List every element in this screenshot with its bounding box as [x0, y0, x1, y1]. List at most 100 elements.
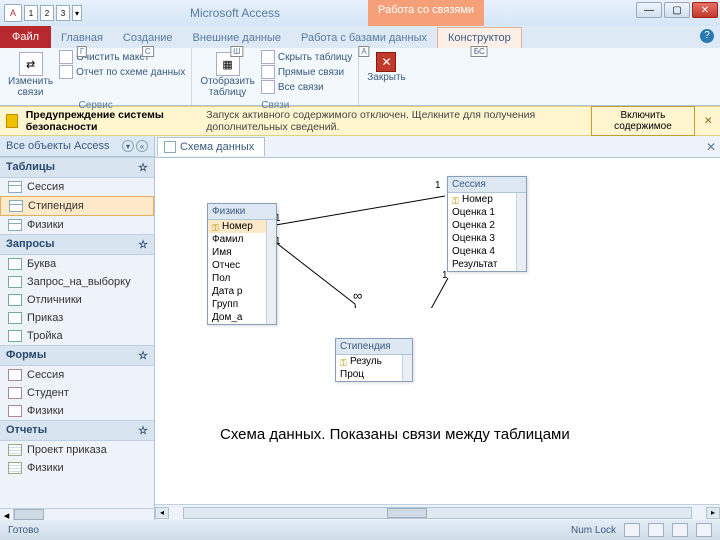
- nav-section-queries[interactable]: Запросы☆: [0, 234, 154, 255]
- nav-section-reports[interactable]: Отчеты☆: [0, 420, 154, 441]
- relationships-icon: [164, 141, 176, 153]
- nav-item-report-fiziki[interactable]: Физики: [0, 459, 154, 477]
- nav-item-troika[interactable]: Тройка: [0, 327, 154, 345]
- query-icon: [8, 294, 22, 306]
- relationship-lines: [155, 158, 455, 308]
- contextual-tab-label: Работа со связями: [368, 0, 484, 26]
- nav-item-form-student[interactable]: Студент: [0, 384, 154, 402]
- edit-relations-icon: ⇄: [19, 52, 43, 76]
- form-icon: [8, 387, 22, 399]
- relationships-canvas[interactable]: 1 1 1 ∞ 1 1 Физики Номер Фамил Имя Отчес…: [155, 158, 720, 504]
- table-box-sessia[interactable]: Сессия Номер Оценка 1 Оценка 2 Оценка 3 …: [447, 176, 527, 272]
- help-icon[interactable]: ?: [700, 29, 714, 43]
- scroll-thumb[interactable]: [387, 508, 427, 518]
- table-icon: [8, 219, 22, 231]
- canvas-hscroll[interactable]: ◂ ▸: [155, 504, 720, 520]
- show-table-button[interactable]: ▦ Отобразитьтаблицу: [198, 50, 257, 100]
- security-title: Предупреждение системы безопасности: [26, 109, 199, 133]
- app-icon[interactable]: A: [4, 4, 22, 22]
- nav-hscroll[interactable]: ◂: [0, 508, 154, 520]
- status-numlock: Num Lock: [571, 525, 616, 536]
- direct-rel-button[interactable]: Прямые связи: [261, 65, 352, 79]
- slide-caption: Схема данных. Показаны связи между табли…: [220, 426, 570, 444]
- rel-one-2: 1: [435, 180, 441, 191]
- nav-item-prikaz[interactable]: Приказ: [0, 309, 154, 327]
- nav-section-forms[interactable]: Формы☆: [0, 345, 154, 366]
- close-button[interactable]: ✕: [692, 2, 718, 18]
- tbox-title: Стипендия: [336, 339, 412, 355]
- view-button-4[interactable]: [696, 523, 712, 537]
- form-icon: [8, 369, 22, 381]
- view-button-3[interactable]: [672, 523, 688, 537]
- nav-item-form-fiziki[interactable]: Физики: [0, 402, 154, 420]
- workspace: Схема данных ✕ 1 1 1 ∞ 1 1 Физики Номер …: [155, 136, 720, 520]
- nav-item-select-query[interactable]: Запрос_на_выборку: [0, 273, 154, 291]
- view-button-2[interactable]: [648, 523, 664, 537]
- scrollbar[interactable]: [266, 220, 276, 324]
- tab-create[interactable]: СозданиеС: [113, 28, 183, 48]
- nav-item-stipendia[interactable]: Стипендия: [0, 196, 154, 216]
- enable-content-button[interactable]: Включить содержимое: [591, 106, 694, 136]
- nav-collapse-icon[interactable]: «: [136, 140, 148, 152]
- close-x-icon: ✕: [376, 52, 396, 72]
- nav-dropdown-icon[interactable]: ▾: [122, 140, 134, 152]
- tab-external[interactable]: Внешние данныеШ: [183, 28, 291, 48]
- ribbon-tabs: Файл ГлавнаяГ СозданиеС Внешние данныеШ …: [0, 26, 720, 48]
- qat-customize-icon[interactable]: ▾: [72, 5, 82, 21]
- all-icon: [261, 80, 275, 94]
- status-bar: Готово Num Lock: [0, 520, 720, 540]
- tab-dbtools[interactable]: Работа с базами данныхА: [291, 28, 437, 48]
- field-row[interactable]: Оценка 1: [448, 206, 526, 219]
- table-icon: [9, 200, 23, 212]
- field-row[interactable]: Номер: [448, 193, 526, 206]
- nav-item-form-sessia[interactable]: Сессия: [0, 366, 154, 384]
- maximize-button[interactable]: ▢: [664, 2, 690, 18]
- relation-report-button[interactable]: Отчет по схеме данных: [59, 65, 185, 79]
- security-message[interactable]: Запуск активного содержимого отключен. Щ…: [206, 109, 583, 133]
- main-area: Все объекты Access ▾« Таблицы☆ Сессия Ст…: [0, 136, 720, 520]
- report-icon: [59, 65, 73, 79]
- quick-access-toolbar: A 1 2 3 ▾: [0, 4, 82, 22]
- field-row[interactable]: Оценка 2: [448, 219, 526, 232]
- minimize-button[interactable]: —: [636, 2, 662, 18]
- table-box-fiziki[interactable]: Физики Номер Фамил Имя Отчес Пол Дата р …: [207, 203, 277, 325]
- field-row[interactable]: Результат: [448, 258, 526, 271]
- edit-relations-button[interactable]: ⇄ Изменитьсвязи: [6, 50, 55, 100]
- nav-item-otlichniki[interactable]: Отличники: [0, 291, 154, 309]
- nav-section-tables[interactable]: Таблицы☆: [0, 157, 154, 178]
- close-rel-button[interactable]: ✕ Закрыть: [365, 50, 408, 85]
- key-icon: [452, 196, 460, 204]
- scroll-right-icon[interactable]: ▸: [706, 507, 720, 519]
- scroll-left-icon[interactable]: ◂: [155, 507, 169, 519]
- tab-home[interactable]: ГлавнаяГ: [51, 28, 113, 48]
- nav-header[interactable]: Все объекты Access ▾«: [0, 136, 154, 157]
- security-close-icon[interactable]: ✕: [703, 115, 714, 127]
- nav-item-report-prikaz[interactable]: Проект приказа: [0, 441, 154, 459]
- field-row[interactable]: Резуль: [336, 355, 412, 368]
- nav-item-fiziki[interactable]: Физики: [0, 216, 154, 234]
- field-row[interactable]: Оценка 3: [448, 232, 526, 245]
- nav-item-sessia[interactable]: Сессия: [0, 178, 154, 196]
- query-icon: [8, 258, 22, 270]
- doc-close-icon[interactable]: ✕: [706, 140, 716, 154]
- form-icon: [8, 405, 22, 417]
- qat-save-icon[interactable]: 1: [24, 5, 38, 21]
- tab-design[interactable]: КонструкторБС: [437, 27, 522, 48]
- file-tab[interactable]: Файл: [0, 26, 51, 48]
- hide-table-button[interactable]: Скрыть таблицу: [261, 50, 352, 64]
- direct-icon: [261, 65, 275, 79]
- view-button-1[interactable]: [624, 523, 640, 537]
- rel-many-1: ∞: [353, 288, 362, 303]
- scrollbar[interactable]: [402, 355, 412, 381]
- doc-tab-schema[interactable]: Схема данных: [157, 137, 265, 156]
- field-row[interactable]: Оценка 4: [448, 245, 526, 258]
- table-box-stipendia[interactable]: Стипендия Резуль Проц: [335, 338, 413, 382]
- scrollbar[interactable]: [516, 193, 526, 271]
- nav-item-bukva[interactable]: Буква: [0, 255, 154, 273]
- status-ready: Готово: [8, 525, 39, 536]
- qat-undo-icon[interactable]: 2: [40, 5, 54, 21]
- all-rel-button[interactable]: Все связи: [261, 80, 352, 94]
- table-icon: [8, 181, 22, 193]
- field-row[interactable]: Проц: [336, 368, 412, 381]
- qat-redo-icon[interactable]: 3: [56, 5, 70, 21]
